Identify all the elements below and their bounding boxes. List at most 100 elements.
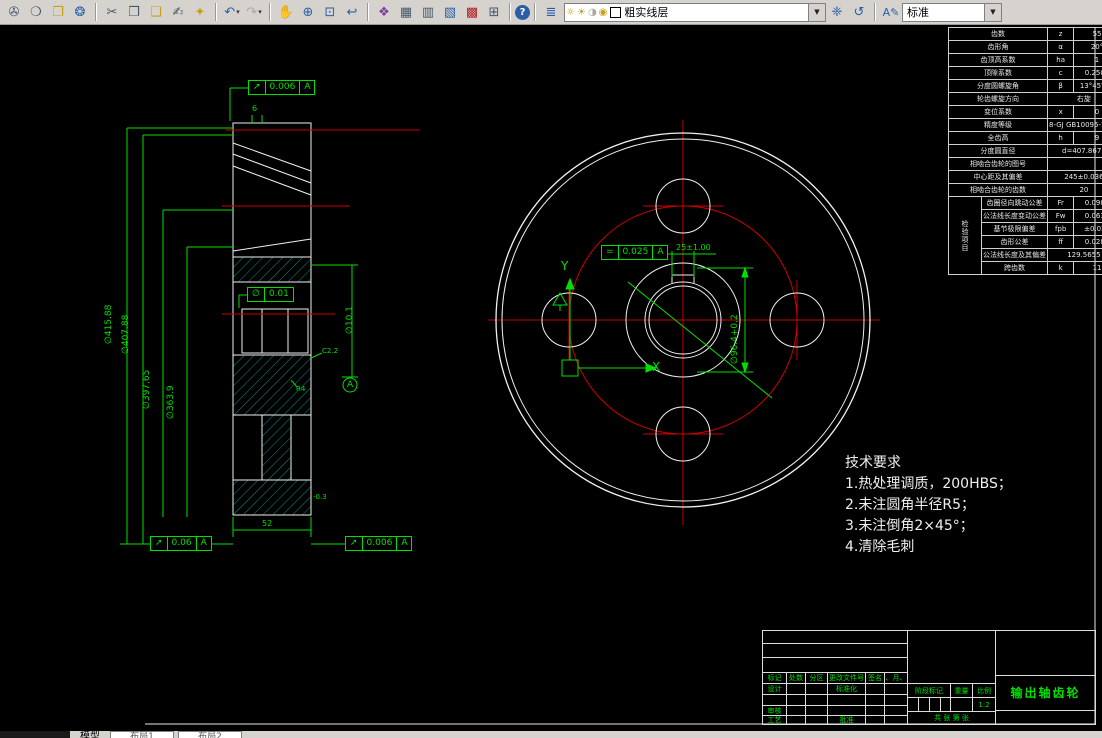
dropdown-arrow-icon[interactable]: ▾ [258, 8, 262, 16]
toolbar-separator [215, 3, 217, 21]
zoom-realtime-icon[interactable]: ⊕ [297, 2, 319, 22]
dim-label: 52 [262, 519, 273, 528]
hyperlink-icon[interactable]: ❂ [69, 2, 91, 22]
param-value [1047, 157, 1102, 171]
tab-layout1[interactable]: 布局1 [110, 731, 174, 738]
toolbar-buttons: ✇ ❍ ❐ ❂ ✂ ❒ ❑ ✍ ✦ ↶ ▾ ↷ ▾ ✋ ⊕ ⊡ ↩ ❖ ▦ ▥ ▧ ▩ ⊞? ≣ [3, 2, 562, 22]
center-lines [488, 120, 880, 525]
param-label: 精度等级 [948, 118, 1048, 132]
drawing-geometry [120, 27, 1096, 725]
chevron-down-icon[interactable]: ▼ [984, 3, 1001, 21]
param-label: 分度圆螺旋角 [948, 79, 1048, 93]
tb-process: 工艺 [762, 715, 787, 725]
pan-icon[interactable]: ✋ [275, 2, 297, 22]
properties-icon[interactable]: ❖ [373, 2, 395, 22]
drawing-title: 输出轴齿轮 [995, 675, 1096, 711]
param-label: 公法线长度及其偏差 [981, 248, 1048, 262]
tb-scale: 比例 [972, 683, 996, 698]
toolbar-separator [95, 3, 97, 21]
param-value: 55 [1073, 27, 1102, 41]
toolpalettes-icon[interactable]: ▥ [417, 2, 439, 22]
plot-preview-icon[interactable]: ❍ [25, 2, 47, 22]
gear-table-row: 中心距及其偏差 245±0.036 [948, 170, 1102, 184]
param-symbol: h [1046, 131, 1075, 145]
tab-model[interactable]: 模型 [70, 731, 110, 738]
sun-icon: ☀ [576, 6, 586, 18]
gear-table-row: 齿数 z 55 [948, 27, 1102, 41]
dim-label: ∅363.9 [166, 385, 176, 419]
gear-table-row: 相啮合齿轮的齿数 20 [948, 183, 1102, 197]
tb-weight: 重量 [950, 683, 973, 698]
title-block-cell [762, 643, 908, 658]
style-dropdown[interactable]: 标准 ▼ [902, 2, 1002, 22]
title-block-cell [995, 630, 1096, 676]
front-view [488, 120, 880, 525]
help-icon[interactable]: ? [515, 4, 530, 20]
plot-icon[interactable]: ✇ [3, 2, 25, 22]
gear-table-row: 齿形角α20° [948, 40, 1102, 54]
paste-icon[interactable]: ❑ [145, 2, 167, 22]
layer-dropdown[interactable]: ☼ ☀ ◑ ◉ 粗实线层 ▼ [564, 2, 826, 22]
tab-layout2[interactable]: 布局2 [178, 731, 242, 738]
tech-req-items: 1.热处理调质，200HBS； 2.未注圆角半径R5； 3.未注倒角2×45°； 4.… [845, 474, 1012, 558]
style-name: 标准 [907, 6, 929, 19]
cut-icon[interactable]: ✂ [101, 2, 123, 22]
toolbar-separator [269, 3, 271, 21]
param-label: 齿形公差 [981, 235, 1048, 249]
dim-label: ∅96.4+0.2 [730, 314, 740, 364]
match-properties-icon[interactable]: ✍ [167, 2, 189, 22]
layer-previous-icon[interactable]: ↺ [848, 2, 870, 22]
designcenter-icon[interactable]: ▦ [395, 2, 417, 22]
dim-label: ∅397.65 [142, 369, 152, 409]
gear-table-row: 全齿高 h 9 [948, 131, 1102, 145]
fcf-symmetry: = 0.025 A [601, 245, 669, 260]
redo-icon[interactable]: ↷ ▾ [243, 2, 265, 22]
dropdown-arrow-icon[interactable]: ▾ [236, 8, 240, 16]
param-label: 相啮合齿轮的图号 [948, 157, 1048, 171]
undo-icon[interactable]: ↶ ▾ [221, 2, 243, 22]
runout-icon: ➚ [249, 81, 266, 94]
chevron-down-icon[interactable]: ▼ [808, 3, 825, 21]
tab-nav-buttons[interactable] [0, 731, 70, 738]
dim-label: ∅407.88 [121, 314, 131, 354]
param-value: 9 [1073, 131, 1102, 145]
title-block-cell [805, 715, 828, 725]
param-label: 齿圈径向跳动公差 [981, 196, 1048, 210]
datum-a-label: A [347, 380, 354, 390]
publish-icon[interactable]: ❐ [47, 2, 69, 22]
drawing-canvas[interactable]: ➚ 0.006 A ∅ 0.01 ➚ 0.06 A ➚ 0.006 A = 0.… [0, 25, 1102, 731]
runout-icon: ➚ [346, 537, 363, 550]
layer-tool-buttons: ❈ ↺ [826, 2, 870, 22]
param-label: 齿顶高系数 [948, 53, 1048, 67]
param-symbol: z [1046, 27, 1075, 41]
zoom-previous-icon[interactable]: ↩ [341, 2, 363, 22]
quickcalc-icon[interactable]: ⊞ [483, 2, 505, 22]
param-label: 跨齿数 [981, 261, 1048, 275]
copy-icon[interactable]: ❒ [123, 2, 145, 22]
tech-req-item: 3.未注倒角2×45°； [845, 518, 974, 534]
param-label: 基节极限偏差 [981, 222, 1048, 236]
layer-state-icons: ☼ ☀ ◑ ◉ [565, 7, 608, 18]
text-style-icon[interactable]: A✎ [880, 2, 902, 22]
sheetset-manager-icon[interactable]: ▧ [439, 2, 461, 22]
symmetry-icon: = [602, 246, 619, 259]
layout-tab-strip: 模型 布局1 布局2 [0, 731, 1102, 738]
layers-icon[interactable]: ≣ [540, 2, 562, 22]
param-label: 公法线长度变动公差 [981, 209, 1048, 223]
gear-table-row: 相啮合齿轮的图号 [948, 157, 1102, 171]
gear-table-row: 顶隙系数c0.2500 [948, 66, 1102, 80]
markup-icon[interactable]: ▩ [461, 2, 483, 22]
dim-label: 25±1.00 [676, 243, 711, 252]
zoom-window-icon[interactable]: ⊡ [319, 2, 341, 22]
tb-sheets: 共 张 第 张 [907, 711, 996, 725]
left-section-view [120, 87, 420, 545]
gear-table-body: 齿数z55齿形角α20°齿顶高系数ha1顶隙系数c0.2500分度圆螺旋角β13… [948, 27, 1102, 275]
param-label: 顶隙系数 [948, 66, 1048, 80]
ucs-x-label: X [652, 360, 661, 374]
param-value: 0.2500 [1073, 66, 1102, 80]
layer-states-icon[interactable]: ❈ [826, 2, 848, 22]
title-block-cell [865, 715, 885, 725]
gear-table-row: 变位系数 x 0 [948, 105, 1102, 119]
param-value: 20° [1073, 40, 1102, 54]
block-editor-icon[interactable]: ✦ [189, 2, 211, 22]
